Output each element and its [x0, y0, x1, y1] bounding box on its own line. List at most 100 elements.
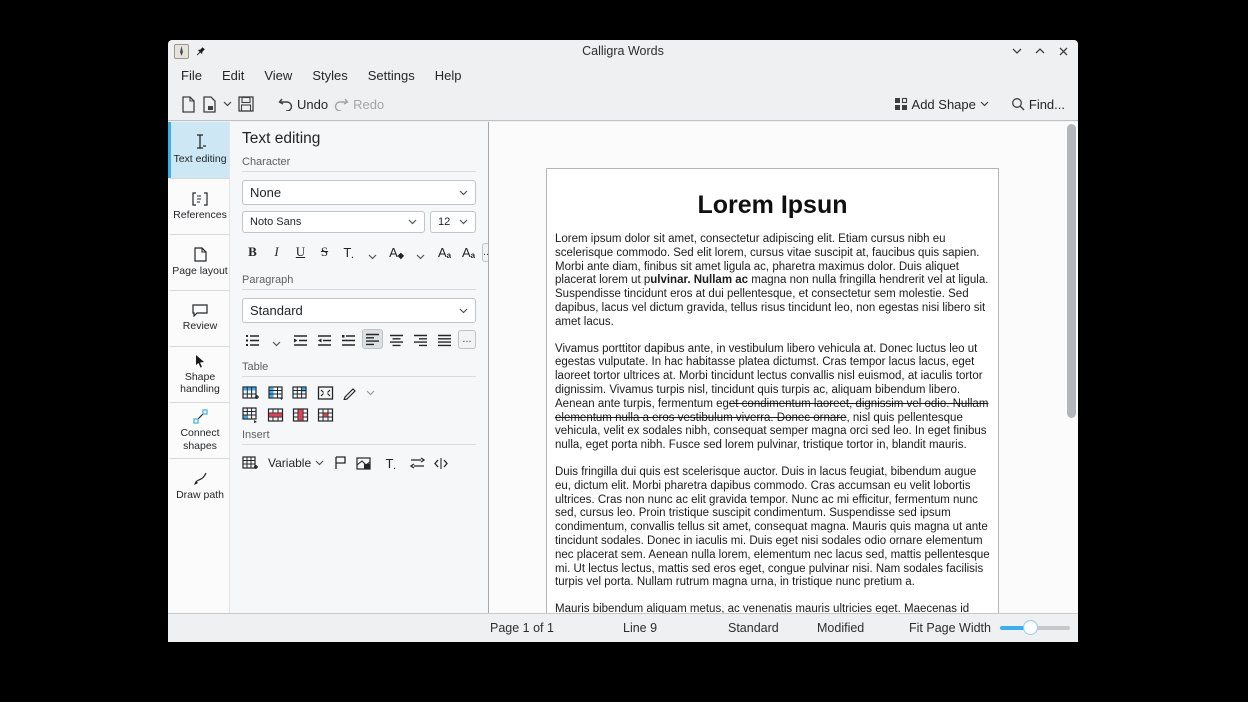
window-title: Calligra Words — [168, 44, 1078, 58]
zoom-slider[interactable] — [1000, 620, 1070, 636]
delete-row-button[interactable] — [267, 407, 284, 423]
subscript-button[interactable]: Aa — [458, 242, 479, 262]
page-icon — [194, 247, 207, 262]
increase-indent-button[interactable] — [290, 329, 311, 349]
close-icon[interactable] — [1056, 44, 1070, 58]
chevron-down-icon — [459, 308, 468, 314]
split-cells-button[interactable] — [242, 407, 259, 423]
align-center-button[interactable] — [386, 329, 407, 349]
paragraph-more-button[interactable]: ... — [458, 330, 476, 349]
chevron-down-icon — [315, 460, 324, 466]
connector-icon — [193, 409, 208, 424]
scrollbar-thumb[interactable] — [1067, 124, 1076, 418]
menu-file[interactable]: File — [171, 65, 212, 86]
list-style-chevron-icon[interactable] — [266, 329, 287, 349]
bookmark-button[interactable] — [333, 456, 347, 470]
vertical-scrollbar[interactable] — [1064, 122, 1078, 613]
insert-text-button[interactable]: T. — [380, 453, 401, 473]
line-indicator: Line 9 — [623, 621, 657, 635]
open-recent-chevron-icon[interactable] — [220, 92, 235, 116]
underline-button[interactable]: U — [290, 242, 311, 262]
menu-help[interactable]: Help — [425, 65, 472, 86]
pen-path-icon — [193, 471, 208, 486]
tab-review[interactable]: Review — [168, 290, 229, 346]
menu-styles[interactable]: Styles — [302, 65, 357, 86]
align-left-button[interactable] — [362, 329, 383, 349]
align-right-button[interactable] — [410, 329, 431, 349]
pin-icon[interactable] — [195, 46, 206, 57]
tab-text-editing[interactable]: Text editing — [168, 122, 229, 178]
font-size-select[interactable]: 12 — [430, 211, 476, 233]
tab-references[interactable]: References — [168, 178, 229, 234]
merge-cells-button[interactable] — [317, 385, 334, 401]
open-document-button[interactable] — [199, 92, 220, 116]
character-section-label: Character — [242, 156, 476, 172]
tab-shape-handling[interactable]: Shape handling — [168, 346, 229, 402]
align-justify-button[interactable] — [434, 329, 455, 349]
app-icon — [174, 44, 189, 59]
variable-select[interactable]: Variable — [268, 456, 324, 470]
first-line-indent-button[interactable] — [338, 329, 359, 349]
find-button[interactable]: Find... — [1008, 92, 1068, 116]
add-shape-button[interactable]: Add Shape — [891, 92, 992, 116]
menu-settings[interactable]: Settings — [358, 65, 425, 86]
tab-draw-path[interactable]: Draw path — [168, 458, 229, 514]
delete-table-button[interactable] — [317, 407, 334, 423]
tab-connect-shapes[interactable]: Connect shapes — [168, 402, 229, 458]
text-color-chevron-icon[interactable] — [362, 242, 383, 262]
delete-column-button[interactable] — [292, 407, 309, 423]
italic-button[interactable]: I — [266, 242, 287, 262]
variable-label: Variable — [268, 456, 311, 470]
document-paragraphs: Lorem ipsum dolor sit amet, consectetur … — [555, 233, 990, 613]
maximize-icon[interactable] — [1033, 44, 1047, 58]
search-icon — [1011, 97, 1025, 111]
table-section-label: Table — [242, 361, 476, 377]
add-shape-chevron-icon — [980, 101, 989, 107]
paragraph-style-select[interactable]: Standard — [242, 298, 476, 323]
tool-tabstrip: Text editing References Page layout Revi… — [168, 122, 230, 613]
insert-table-button[interactable] — [242, 455, 259, 471]
strikethrough-button[interactable]: S — [314, 242, 335, 262]
highlight-chevron-icon[interactable] — [410, 242, 431, 262]
undo-button[interactable]: Undo — [275, 92, 331, 116]
font-family-value: Noto Sans — [250, 216, 301, 228]
panel-title: Text editing — [242, 130, 476, 148]
new-document-button[interactable] — [178, 92, 199, 116]
add-column-left-button[interactable] — [292, 385, 309, 401]
menu-view[interactable]: View — [254, 65, 302, 86]
speech-bubble-icon — [192, 304, 208, 317]
decrease-indent-button[interactable] — [314, 329, 335, 349]
character-style-select[interactable]: None — [242, 180, 476, 205]
zoom-mode-button[interactable]: Fit Page Width — [909, 621, 991, 635]
font-family-select[interactable]: Noto Sans — [242, 211, 425, 233]
undo-label: Undo — [297, 97, 328, 112]
tab-label: References — [173, 209, 227, 221]
paragraph-section-label: Paragraph — [242, 274, 476, 290]
bold-button[interactable]: B — [242, 242, 263, 262]
special-character-button[interactable] — [434, 457, 448, 470]
statusbar: Page 1 of 1 Line 9 Standard Modified Fit… — [168, 613, 1078, 642]
add-shape-label: Add Shape — [912, 97, 976, 112]
text-color-button[interactable]: T. — [338, 242, 359, 262]
redo-button[interactable]: Redo — [331, 92, 387, 116]
list-style-button[interactable] — [242, 329, 263, 349]
tab-stop-button[interactable] — [410, 457, 425, 469]
document-view[interactable]: Lorem Ipsun Lorem ipsum dolor sit amet, … — [488, 122, 1078, 613]
save-button[interactable] — [235, 92, 257, 116]
tab-page-layout[interactable]: Page layout — [168, 234, 229, 290]
add-row-above-button[interactable] — [242, 385, 259, 401]
minimize-icon[interactable] — [1010, 44, 1024, 58]
frame-button[interactable] — [356, 457, 371, 470]
superscript-button[interactable]: Aa — [434, 242, 455, 262]
zoom-slider-handle[interactable] — [1023, 620, 1038, 635]
tab-label: Review — [183, 320, 217, 332]
add-row-below-button[interactable] — [267, 385, 284, 401]
document-page[interactable]: Lorem Ipsun Lorem ipsum dolor sit amet, … — [546, 168, 999, 613]
border-style-chevron-icon[interactable] — [366, 390, 375, 396]
style-indicator: Standard — [728, 621, 779, 635]
tab-label: Connect shapes — [172, 427, 228, 451]
border-pen-icon[interactable] — [342, 386, 358, 400]
menu-edit[interactable]: Edit — [212, 65, 254, 86]
highlight-color-button[interactable]: A◆ — [386, 242, 407, 262]
titlebar[interactable]: Calligra Words — [168, 40, 1078, 62]
